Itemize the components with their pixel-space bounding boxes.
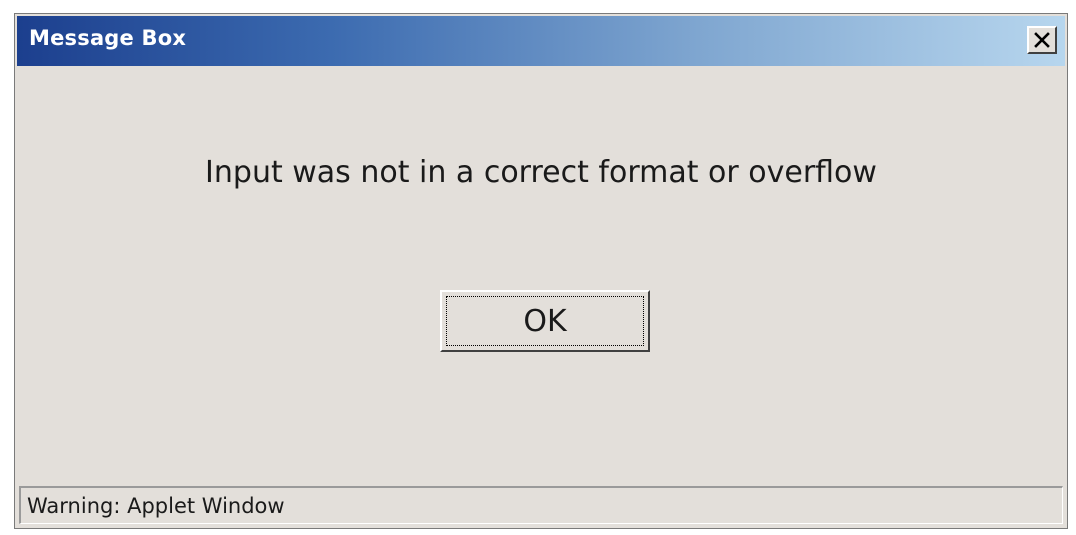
ok-button[interactable]: OK bbox=[440, 290, 650, 352]
title-bar[interactable]: Message Box bbox=[17, 16, 1065, 66]
message-box-window: Message Box Input was not in a correct f… bbox=[14, 13, 1068, 529]
status-warning-text: Warning: Applet Window bbox=[27, 494, 285, 518]
close-icon bbox=[1034, 32, 1050, 48]
close-button[interactable] bbox=[1027, 26, 1057, 54]
dialog-message: Input was not in a correct format or ove… bbox=[205, 155, 877, 190]
window-title: Message Box bbox=[29, 26, 187, 50]
status-bar: Warning: Applet Window bbox=[19, 486, 1063, 524]
ok-button-label: OK bbox=[446, 296, 644, 346]
